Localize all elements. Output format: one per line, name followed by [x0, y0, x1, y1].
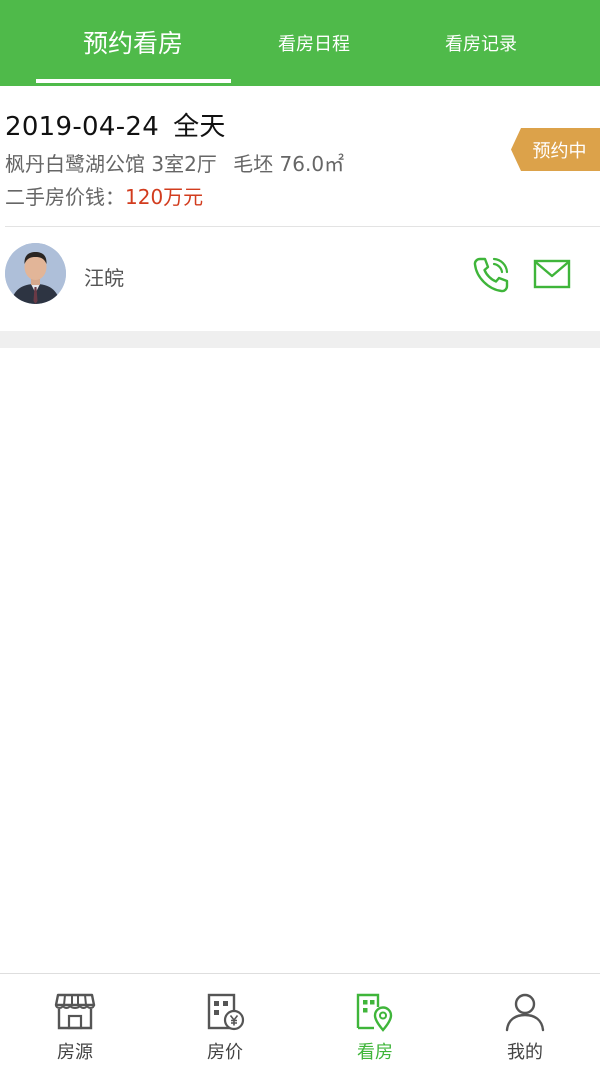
tab-book-viewing-label: 预约看房: [82, 29, 183, 58]
agent-avatar[interactable]: [5, 243, 66, 304]
nav-viewing[interactable]: 看房: [300, 974, 450, 1067]
appointment-card[interactable]: 2019-04-24 全天 枫丹白鹭湖公馆 3室2厅 毛坯 76.0㎡ 二手房价钱…: [0, 86, 600, 331]
tab-viewing-records[interactable]: 看房记录: [362, 0, 600, 86]
bottom-nav: 房源 房价 看房 我的: [0, 973, 600, 1067]
nav-listings[interactable]: 房源: [0, 974, 150, 1067]
message-agent-button[interactable]: [533, 259, 571, 289]
active-tab-indicator: [36, 79, 231, 83]
nav-prices-label: 房价: [207, 1042, 243, 1063]
property-decoration: 毛坯: [233, 152, 274, 176]
storefront-icon: [54, 993, 96, 1030]
property-info: 枫丹白鹭湖公馆 3室2厅 毛坯 76.0㎡: [5, 148, 344, 177]
viewing-map-icon: [356, 993, 393, 1032]
nav-profile[interactable]: 我的: [450, 974, 600, 1067]
property-layout: 3室2厅: [151, 152, 217, 176]
nav-viewing-label: 看房: [357, 1042, 393, 1063]
price-building-icon: [207, 993, 245, 1031]
price-label: 二手房价钱：: [5, 185, 125, 209]
nav-profile-label: 我的: [507, 1042, 543, 1063]
phone-icon: [473, 257, 509, 293]
section-separator: [0, 331, 600, 348]
mail-icon: [533, 259, 571, 289]
appointment-date: 2019-04-24: [5, 112, 160, 142]
call-agent-button[interactable]: [472, 256, 510, 294]
price-value: 120万元: [125, 185, 204, 209]
tab-viewing-schedule-label: 看房日程: [278, 34, 350, 55]
tab-book-viewing[interactable]: 预约看房: [0, 0, 266, 86]
top-tab-bar: 预约看房 看房日程 看房记录: [0, 0, 600, 86]
property-community: 枫丹白鹭湖公馆: [5, 152, 145, 176]
appointment-time-slot: 全天: [173, 112, 226, 142]
tab-viewing-records-label: 看房记录: [445, 34, 517, 55]
nav-listings-label: 房源: [57, 1042, 93, 1063]
property-area: 76.0㎡: [279, 152, 345, 176]
status-badge-label: 预约中: [532, 140, 587, 162]
person-icon: [505, 993, 545, 1032]
status-badge: 预约中: [511, 128, 600, 171]
nav-prices[interactable]: 房价: [150, 974, 300, 1067]
app-root: 预约看房 看房日程 看房记录 2019-04-24 全天 枫丹白鹭湖公馆 3室2厅…: [0, 0, 600, 1067]
appointment-datetime: 2019-04-24 全天: [5, 106, 226, 143]
agent-name: 汪皖: [84, 266, 124, 290]
agent-photo: [5, 243, 66, 304]
property-price: 二手房价钱：120万元: [5, 181, 203, 210]
agent-row: 汪皖: [0, 227, 600, 331]
tab-viewing-schedule[interactable]: 看房日程: [266, 0, 362, 86]
